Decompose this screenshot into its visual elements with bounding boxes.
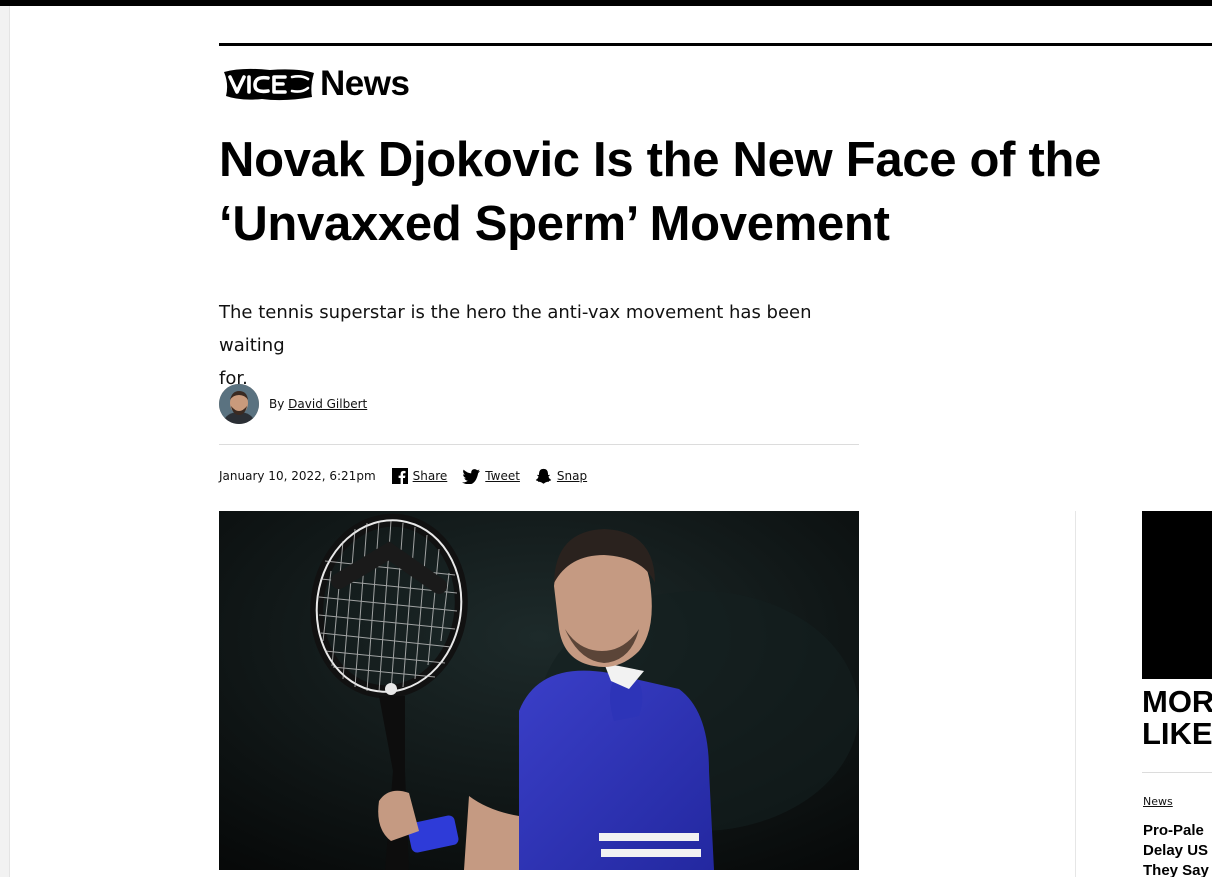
article-meta: January 10, 2022, 6:21pm Share Tweet Sna… <box>219 465 602 487</box>
byline-divider <box>219 444 859 445</box>
sidebar-ad[interactable] <box>1142 511 1212 679</box>
sidebar-category-link[interactable]: News <box>1143 795 1173 808</box>
tweet-label: Tweet <box>485 469 520 483</box>
snapchat-icon <box>535 468 552 484</box>
sidebar-article-title[interactable]: Pro-Pale Delay US They Say <box>1143 821 1212 877</box>
column-divider <box>1075 511 1076 877</box>
share-label: Share <box>412 469 448 483</box>
byline: By David Gilbert <box>219 383 367 425</box>
header-rule <box>219 43 1212 46</box>
tennis-player-photo <box>219 511 859 870</box>
article-dek: The tennis superstar is the hero the ant… <box>219 296 869 395</box>
twitter-icon <box>462 468 481 484</box>
author-avatar[interactable] <box>219 384 259 424</box>
hero-image <box>219 511 859 870</box>
byline-prefix: By <box>269 397 285 411</box>
title-line: Delay US <box>1143 842 1209 859</box>
facebook-icon <box>391 468 408 484</box>
author-photo <box>219 384 259 424</box>
facebook-share-button[interactable]: Share <box>391 468 448 484</box>
snapchat-share-button[interactable]: Snap <box>535 468 587 485</box>
byline-text: By David Gilbert <box>269 397 367 411</box>
twitter-share-button[interactable]: Tweet <box>462 468 520 484</box>
vice-news-logo[interactable]: News <box>222 64 410 104</box>
sidebar-divider <box>1142 772 1212 773</box>
publish-date: January 10, 2022, 6:21pm <box>219 469 376 483</box>
more-like-this-heading: MOR LIKE <box>1142 686 1212 750</box>
heading-line: MOR <box>1142 686 1212 719</box>
headline-line: ‘Unvaxxed Sperm’ Movement <box>219 197 890 251</box>
vice-logo-icon <box>224 68 314 101</box>
snap-label: Snap <box>556 469 588 483</box>
top-bar <box>0 0 1212 6</box>
author-link[interactable]: David Gilbert <box>288 397 367 411</box>
headline-line: Novak Djokovic Is the New Face of the <box>219 133 1102 187</box>
dek-line: The tennis superstar is the hero the ant… <box>219 302 812 356</box>
title-line: They Say <box>1143 862 1209 877</box>
article-headline: Novak Djokovic Is the New Face of the ‘U… <box>219 128 1179 256</box>
section-name: News <box>320 64 410 103</box>
window-gutter <box>0 6 10 877</box>
heading-line: LIKE <box>1142 716 1212 750</box>
title-line: Pro-Pale <box>1143 822 1204 839</box>
